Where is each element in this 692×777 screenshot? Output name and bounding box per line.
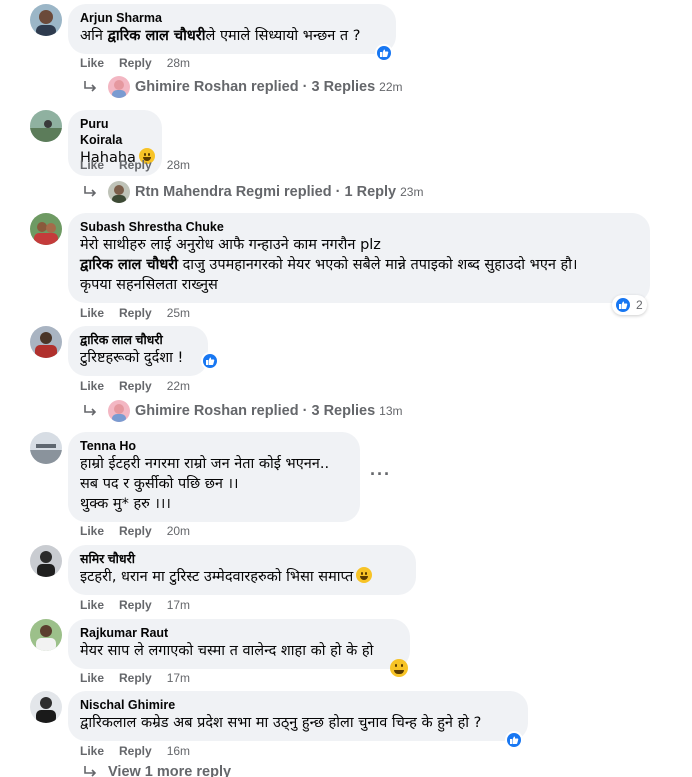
comment-timestamp[interactable]: 17m [167, 671, 190, 685]
comment-actions: Like Reply 28m [80, 56, 190, 70]
view-replies-link[interactable]: Ghimire Roshan replied · 3 Replies 22m [82, 76, 403, 98]
comment-text: सब पद र कुर्सीको पछि छन ।। [80, 476, 239, 492]
avatar [108, 76, 130, 98]
comment-author[interactable]: Nischal Ghimire [80, 697, 516, 713]
reply-button[interactable]: Reply [119, 524, 152, 538]
avatar[interactable] [30, 432, 62, 464]
comment-actions: Like Reply 25m [80, 306, 190, 320]
comment-timestamp[interactable]: 16m [167, 744, 190, 758]
comment-text: द्वारिक लाल चौधरी दाजु उपमहानगरको मेयर भ… [80, 257, 578, 273]
comment-actions: Like Reply 16m [80, 744, 190, 758]
tagged-name[interactable]: द्वारिक लाल चौधरी [80, 257, 178, 273]
comment-bubble: द्वारिक लाल चौधरी टुरिष्टहरूको दुर्दशा ! [68, 326, 208, 376]
comment-timestamp[interactable]: 28m [167, 158, 190, 172]
reply-button[interactable]: Reply [119, 598, 152, 612]
reply-button[interactable]: Reply [119, 671, 152, 685]
grinning-emoji-icon [356, 567, 373, 583]
like-button[interactable]: Like [80, 598, 104, 612]
comment-text: टुरिष्टहरूको दुर्दशा ! [80, 350, 184, 366]
comment-author[interactable]: Tenna Ho [80, 438, 348, 454]
reply-button[interactable]: Reply [119, 56, 152, 70]
reply-button[interactable]: Reply [119, 379, 152, 393]
comment-text: मेयर साप ले लगाएको चस्मा त वालेन्द शाहा … [80, 643, 374, 659]
like-button[interactable]: Like [80, 524, 104, 538]
comment-author[interactable]: Subash Shrestha Chuke [80, 219, 638, 235]
comment-actions: Like Reply 20m [80, 524, 190, 538]
view-replies-link[interactable]: Rtn Mahendra Regmi replied · 1 Reply 23m [82, 181, 423, 203]
avatar[interactable] [30, 213, 62, 245]
avatar[interactable] [30, 691, 62, 723]
avatar[interactable] [30, 4, 62, 36]
view-more-replies-link[interactable]: View 1 more reply [82, 764, 231, 777]
like-button[interactable]: Like [80, 56, 104, 70]
reply-button[interactable]: Reply [119, 306, 152, 320]
comment-text: थुक्क मु* हरु ।।। [80, 496, 171, 512]
comment-timestamp[interactable]: 25m [167, 306, 190, 320]
avatar[interactable] [30, 545, 62, 577]
comment-text: द्वारिकलाल कम्रेड अब प्रदेश सभा मा उठ्नु… [80, 715, 482, 731]
reaction-count[interactable]: 2 [612, 295, 647, 315]
reply-arrow-icon [84, 405, 97, 416]
comment-author[interactable]: Rajkumar Raut [80, 625, 398, 641]
reply-button[interactable]: Reply [119, 158, 152, 172]
avatar[interactable] [30, 326, 62, 358]
avatar [108, 400, 130, 422]
avatar[interactable] [30, 110, 62, 142]
like-reaction-icon [614, 296, 632, 314]
comment-actions: Like Reply 17m [80, 598, 190, 612]
more-options-icon[interactable]: ··· [370, 464, 391, 485]
comment-text: इटहरी, धरान मा टुरिस्ट उम्मेदवारहरुको भि… [80, 567, 404, 587]
like-reaction-icon[interactable] [375, 44, 393, 62]
like-button[interactable]: Like [80, 158, 104, 172]
comment-text: अनि द्वारिक लाल चौधरीले एमाले सिध्यायो भ… [80, 28, 361, 44]
comment-author[interactable]: Arjun Sharma [80, 10, 384, 26]
like-reaction-icon[interactable] [201, 352, 219, 370]
comment-author[interactable]: द्वारिक लाल चौधरी [80, 332, 196, 348]
comment-text: हाम्रो ईटहरी नगरमा राम्रो जन नेता कोई भए… [80, 456, 330, 472]
comment-timestamp[interactable]: 22m [167, 379, 190, 393]
comment-author[interactable]: Puru Koirala [80, 116, 150, 148]
comment-timestamp[interactable]: 17m [167, 598, 190, 612]
comment-actions: Like Reply 17m [80, 671, 190, 685]
comment-bubble: Rajkumar Raut मेयर साप ले लगाएको चस्मा त… [68, 619, 410, 669]
view-replies-link[interactable]: Ghimire Roshan replied · 3 Replies 13m [82, 400, 403, 422]
reply-button[interactable]: Reply [119, 744, 152, 758]
reply-arrow-icon [84, 186, 97, 197]
avatar [108, 181, 130, 203]
reply-arrow-icon [84, 766, 97, 777]
comment-text: कृपया सहनसिलता राख्नुस [80, 277, 218, 293]
like-button[interactable]: Like [80, 671, 104, 685]
avatar[interactable] [30, 619, 62, 651]
comment-bubble: समिर चौधरी इटहरी, धरान मा टुरिस्ट उम्मेद… [68, 545, 416, 595]
like-reaction-icon[interactable] [505, 731, 523, 749]
like-button[interactable]: Like [80, 744, 104, 758]
comment-bubble: Tenna Ho हाम्रो ईटहरी नगरमा राम्रो जन ने… [68, 432, 360, 522]
comment-bubble: Arjun Sharma अनि द्वारिक लाल चौधरीले एमा… [68, 4, 396, 54]
like-button[interactable]: Like [80, 306, 104, 320]
comment-text: मेरो साथीहरु लाई अनुरोध आफै गन्हाउने काम… [80, 237, 381, 253]
comment-actions: Like Reply 28m [80, 158, 190, 172]
reply-arrow-icon [84, 81, 97, 92]
comment-timestamp[interactable]: 28m [167, 56, 190, 70]
comment-bubble: Subash Shrestha Chuke मेरो साथीहरु लाई अ… [68, 213, 650, 303]
comment-author[interactable]: समिर चौधरी [80, 551, 404, 567]
comment-actions: Like Reply 22m [80, 379, 190, 393]
comment-timestamp[interactable]: 20m [167, 524, 190, 538]
laughing-reaction-icon[interactable] [390, 659, 408, 677]
tagged-name[interactable]: द्वारिक लाल चौधरी [108, 28, 206, 44]
like-button[interactable]: Like [80, 379, 104, 393]
comment-bubble: Nischal Ghimire द्वारिकलाल कम्रेड अब प्र… [68, 691, 528, 741]
